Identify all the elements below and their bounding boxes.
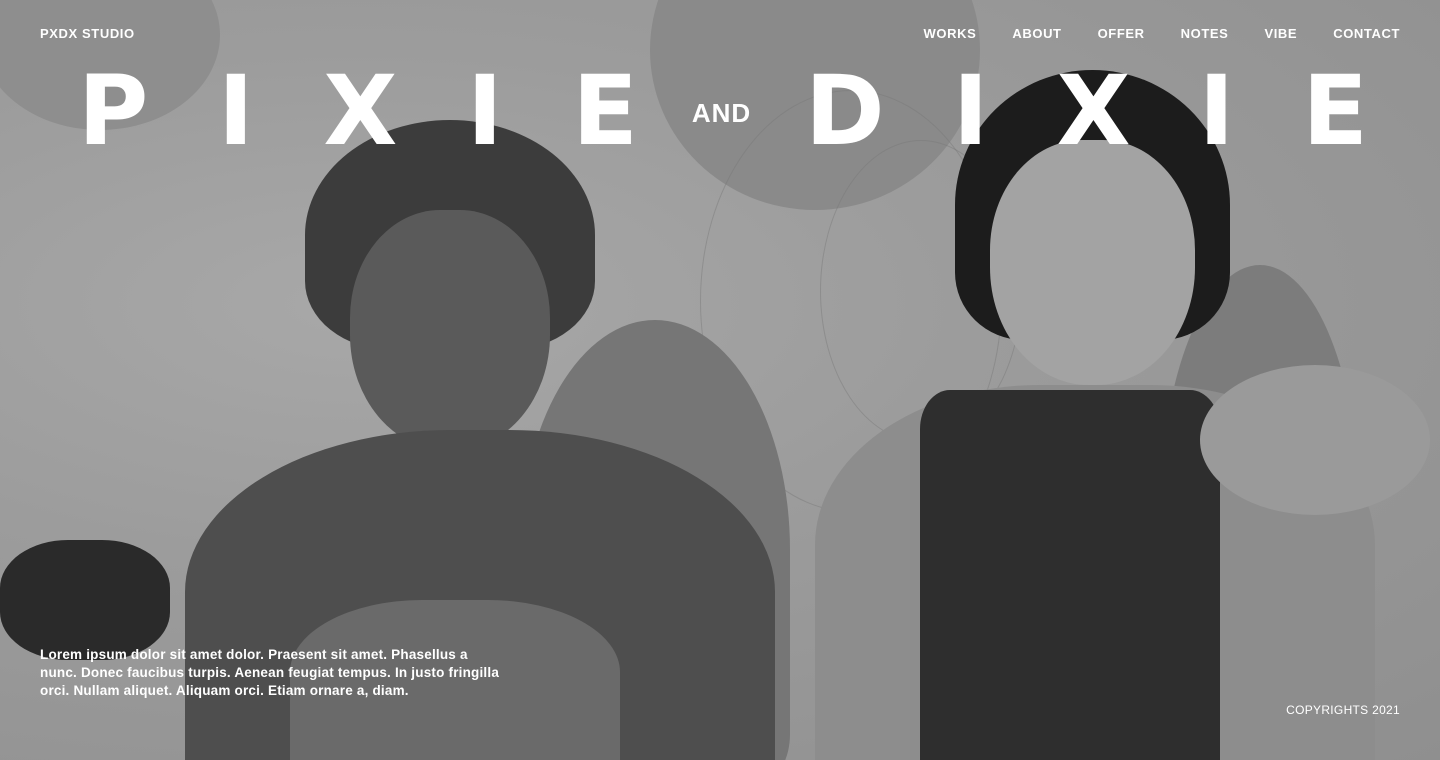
cigarette-hand-left [0, 540, 170, 660]
title-letter: I [952, 55, 989, 167]
title-connector: AND [691, 97, 752, 128]
title-letter: E [572, 55, 638, 167]
nav-item-vibe[interactable]: VIBE [1264, 26, 1297, 41]
title-letter: I [218, 55, 254, 167]
title-word-pixie: P I X I E [78, 63, 638, 159]
title-letter: P [78, 55, 149, 167]
title-letter: X [1056, 55, 1131, 167]
intro-paragraph: Lorem ipsum dolor sit amet dolor. Praese… [40, 647, 500, 698]
nav-item-contact[interactable]: CONTACT [1333, 26, 1400, 41]
copyright-text: COPYRIGHTS 2021 [1286, 703, 1400, 717]
model-right-hand [1200, 365, 1430, 515]
title-letter: X [323, 55, 398, 167]
nav-item-notes[interactable]: NOTES [1181, 26, 1229, 41]
title-word-dixie: D I X I E [805, 63, 1368, 159]
title-letter: I [1198, 55, 1235, 167]
brand-logo[interactable]: PXDX STUDIO [40, 26, 135, 41]
title-letter: E [1302, 55, 1368, 167]
title-letter: D [805, 55, 885, 167]
main-nav: WORKS ABOUT OFFER NOTES VIBE CONTACT [924, 26, 1400, 41]
nav-item-about[interactable]: ABOUT [1012, 26, 1061, 41]
model-right-face [990, 140, 1195, 385]
model-right-dress [920, 390, 1220, 760]
title-letter: I [467, 55, 503, 167]
nav-item-works[interactable]: WORKS [924, 26, 977, 41]
nav-item-offer[interactable]: OFFER [1098, 26, 1145, 41]
hero-title: P I X I E AND D I X I E [78, 56, 1368, 166]
model-left-face [350, 210, 550, 450]
